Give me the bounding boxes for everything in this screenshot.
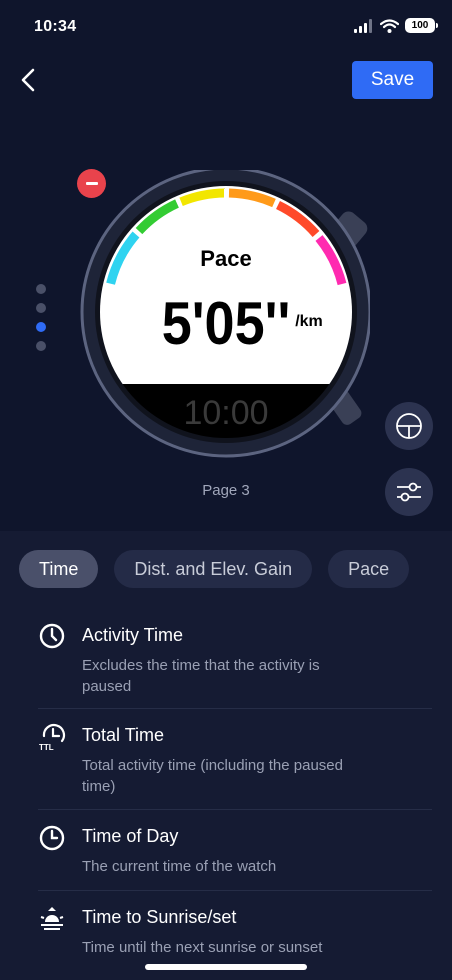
- back-button[interactable]: [14, 62, 42, 98]
- watch-face: Pace 5'05'' /km 10:00: [80, 170, 370, 458]
- list-item-total-time[interactable]: TTL Total Time Total activity time (incl…: [38, 709, 432, 810]
- item-desc: Time until the next sunrise or sunset: [82, 939, 323, 956]
- settings-button[interactable]: [385, 468, 433, 516]
- pace-marker: [224, 189, 228, 203]
- status-time: 10:34: [34, 18, 77, 35]
- bottom-value: 10:00: [183, 394, 268, 432]
- svg-text:TTL: TTL: [39, 743, 54, 751]
- list-item-sunrise-set[interactable]: Time to Sunrise/set Time until the next …: [38, 891, 432, 971]
- item-title: Activity Time: [82, 625, 184, 645]
- item-desc: The current time of the watch: [82, 858, 277, 875]
- field-list: Activity Time Excludes the time that the…: [38, 610, 432, 971]
- list-item-time-of-day[interactable]: Time of Day The current time of the watc…: [38, 810, 432, 891]
- page-dot-1[interactable]: [36, 284, 46, 294]
- status-icons: 100: [354, 18, 438, 33]
- chevron-left-icon: [21, 68, 35, 92]
- page-dot-3[interactable]: [36, 322, 46, 332]
- page-dot-4[interactable]: [36, 341, 46, 351]
- field-unit: /km: [295, 313, 323, 330]
- layout-button[interactable]: [385, 402, 433, 450]
- category-tabs: Time Dist. and Elev. Gain Pace: [19, 550, 452, 588]
- tab-pace[interactable]: Pace: [328, 550, 410, 588]
- item-desc: Total activity time (including the pause…: [82, 757, 343, 795]
- layout-grid-icon: [396, 413, 422, 439]
- remove-page-button[interactable]: [77, 169, 106, 198]
- battery-icon: 100: [405, 18, 438, 33]
- field-title: Pace: [200, 246, 251, 271]
- list-item-activity-time[interactable]: Activity Time Excludes the time that the…: [38, 610, 432, 709]
- item-title: Total Time: [82, 725, 165, 745]
- wifi-icon: [380, 18, 399, 33]
- field-value: 5'05'': [162, 290, 291, 357]
- tab-time[interactable]: Time: [19, 550, 99, 588]
- minus-icon: [85, 182, 98, 185]
- save-button[interactable]: Save: [352, 61, 433, 99]
- clock-icon: [39, 825, 65, 851]
- home-indicator: [145, 964, 307, 970]
- total-time-icon: TTL: [39, 724, 65, 751]
- item-title: Time of Day: [82, 826, 179, 846]
- sunrise-icon: [40, 907, 64, 930]
- clock-icon: [39, 623, 65, 649]
- item-title: Time to Sunrise/set: [82, 907, 237, 927]
- page-indicator: [36, 284, 46, 360]
- battery-level: 100: [411, 20, 429, 31]
- tab-dist-elev[interactable]: Dist. and Elev. Gain: [114, 550, 313, 588]
- page-dot-2[interactable]: [36, 303, 46, 313]
- signal-icon: [354, 18, 372, 33]
- item-desc: Excludes the time that the activity is p…: [82, 657, 320, 695]
- sliders-icon: [397, 482, 421, 502]
